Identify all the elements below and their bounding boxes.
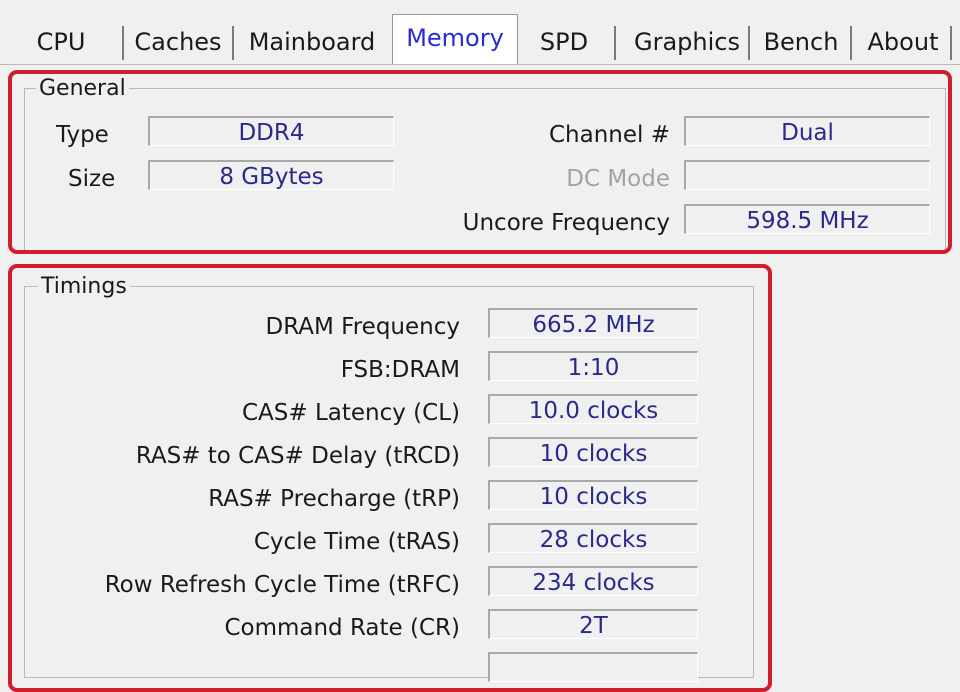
ras-to-cas-delay-value: 10 clocks [488,437,698,467]
tab-strip: CPU Caches Mainboard Memory SPD Graphics… [22,14,960,66]
dram-frequency-value: 665.2 MHz [488,308,698,338]
size-value: 8 GBytes [148,160,394,190]
type-value: DDR4 [148,116,394,146]
cas-latency-label: CAS# Latency (CL) [241,400,460,426]
uncore-frequency-value: 598.5 MHz [684,204,930,234]
cycle-time-label: Cycle Time (tRAS) [253,529,460,555]
row-refresh-cycle-time-label: Row Refresh Cycle Time (tRFC) [104,572,460,598]
command-rate-value: 2T [488,609,698,639]
tab-separator [122,26,124,60]
row-refresh-cycle-time-value: 234 clocks [488,566,698,596]
tab-graphics[interactable]: Graphics [625,22,749,62]
channel-value: Dual [684,116,930,146]
size-label: Size [68,166,116,192]
tab-separator [232,26,234,60]
ras-precharge-value: 10 clocks [488,480,698,510]
cycle-time-value: 28 clocks [488,523,698,553]
dram-frequency-label: DRAM Frequency [265,314,460,340]
command-rate-label: Command Rate (CR) [224,615,460,641]
cas-latency-value: 10.0 clocks [488,394,698,424]
tab-panel-border [0,64,960,65]
timings-group-title: Timings [38,274,130,300]
tab-separator [614,26,616,60]
general-group-title: General [36,76,129,102]
uncore-frequency-label: Uncore Frequency [462,210,670,236]
tab-spd[interactable]: SPD [532,22,596,62]
tab-separator [748,26,750,60]
type-label: Type [56,122,109,148]
dc-mode-value [684,160,930,190]
dc-mode-label: DC Mode [566,166,670,192]
tab-bench[interactable]: Bench [756,22,846,62]
tab-mainboard[interactable]: Mainboard [242,22,382,62]
tab-caches[interactable]: Caches [130,22,226,62]
ras-to-cas-delay-label: RAS# to CAS# Delay (tRCD) [135,443,460,469]
tab-memory[interactable]: Memory [392,14,518,65]
tab-separator [850,26,852,60]
tab-about[interactable]: About [860,22,946,62]
fsb-dram-value: 1:10 [488,351,698,381]
tab-separator [950,26,952,60]
ras-precharge-label: RAS# Precharge (tRP) [208,486,460,512]
timings-extra-field [488,652,698,682]
tab-cpu[interactable]: CPU [32,22,90,62]
channel-label: Channel # [548,122,670,148]
fsb-dram-label: FSB:DRAM [340,357,460,383]
